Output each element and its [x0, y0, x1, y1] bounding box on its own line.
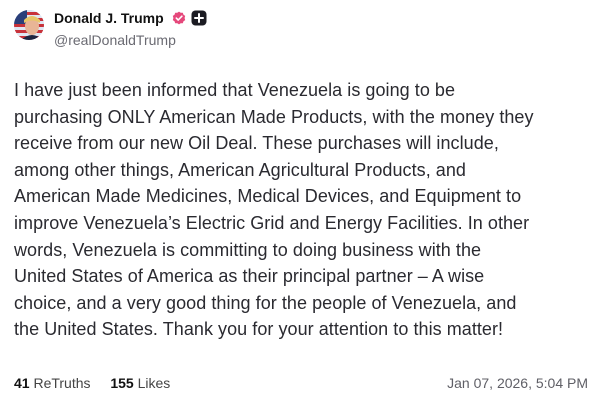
- post-text-line: receive from our new Oil Deal. These pur…: [14, 133, 499, 154]
- post-text-line: the United States. Thank you for your at…: [14, 319, 504, 340]
- post-timestamp[interactable]: Jan 07, 2026, 5:04 PM: [447, 375, 588, 392]
- retruths-label: ReTruths: [33, 375, 91, 391]
- post-text-line: American Made Medicines, Medical Devices…: [14, 186, 522, 207]
- author-avatar[interactable]: [14, 10, 44, 40]
- post-stats: 41 ReTruths 155 Likes: [14, 375, 170, 392]
- likes-stat[interactable]: 155 Likes: [110, 375, 170, 391]
- post-body-text: I have just been informed that Venezuela…: [14, 77, 604, 343]
- author-handle[interactable]: @realDonaldTrump: [54, 32, 176, 49]
- truth-post: Donald J. Trump @realDonaldTrump I have …: [0, 0, 610, 402]
- post-text-line: words, Venezuela is committing to doing …: [14, 239, 482, 260]
- post-text-line: improve Venezuela’s Electric Grid and En…: [14, 212, 530, 233]
- post-text-line: purchasing ONLY American Made Products, …: [14, 106, 534, 127]
- post-text-line: among other things, American Agricultura…: [14, 159, 466, 180]
- follow-plus-icon[interactable]: [191, 10, 207, 26]
- verified-badge-icon: [172, 11, 186, 25]
- retruths-stat[interactable]: 41 ReTruths: [14, 375, 94, 391]
- retruths-count: 41: [14, 375, 30, 391]
- post-text-line: choice, and a very good thing for the pe…: [14, 292, 517, 313]
- post-text-line: I have just been informed that Venezuela…: [14, 80, 456, 100]
- author-display-name[interactable]: Donald J. Trump: [54, 10, 164, 27]
- post-text-line: United States of America as their princi…: [14, 266, 485, 287]
- likes-label: Likes: [137, 375, 171, 391]
- likes-count: 155: [110, 375, 134, 391]
